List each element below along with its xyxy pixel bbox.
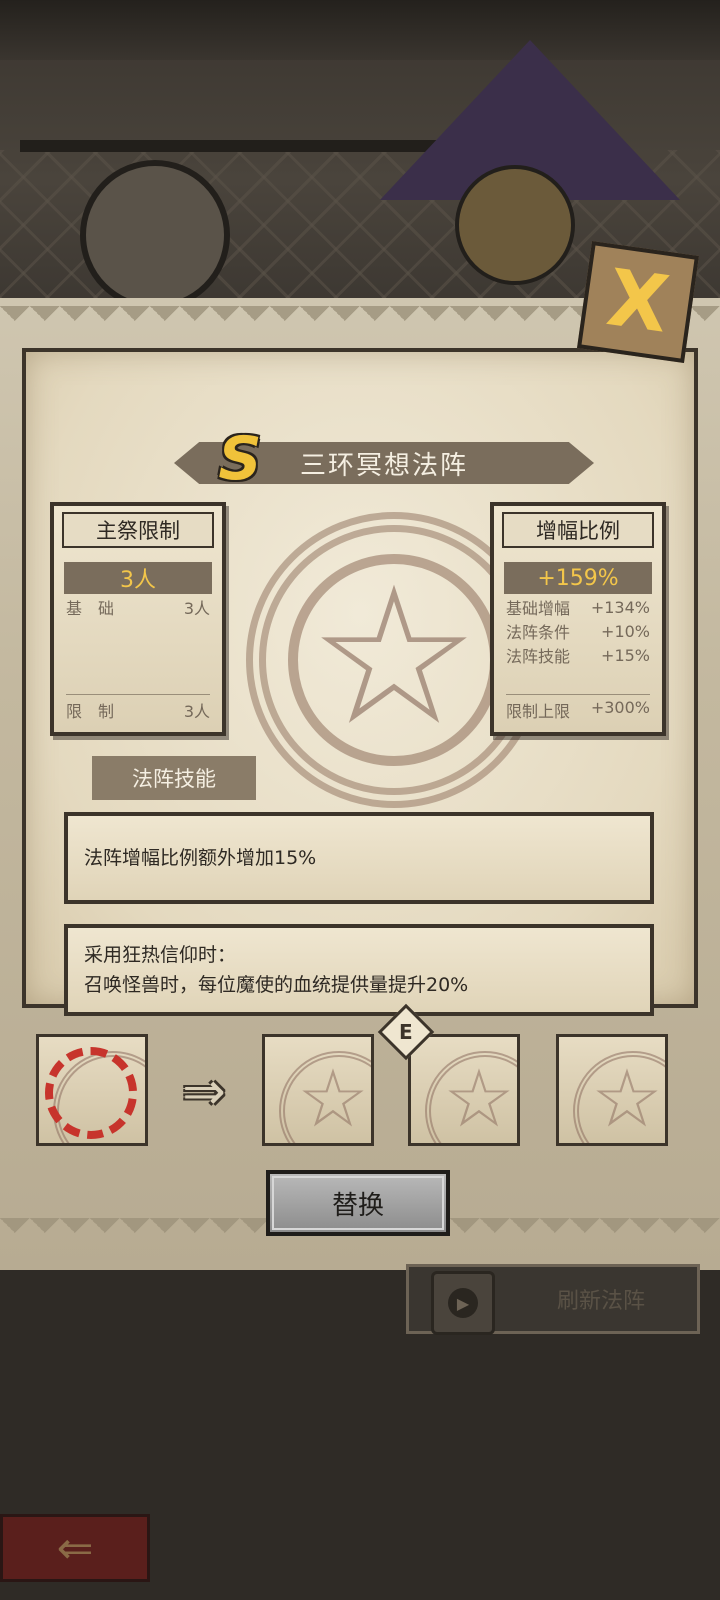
amplify-ratio-card: 增幅比例 +159% 基础增幅 +134% 法阵条件 +10% 法阵技能 +15… bbox=[490, 502, 666, 736]
amplify-footer: 限制上限 +300% bbox=[506, 698, 650, 722]
host-limit-card: 主祭限制 3人 基 础 3人 限 制 3人 bbox=[50, 502, 226, 736]
back-button[interactable]: ⇐ bbox=[0, 1514, 150, 1582]
amplify-value: +159% bbox=[504, 562, 652, 594]
rank-badge: S bbox=[218, 424, 262, 494]
host-limit-header: 主祭限制 bbox=[62, 512, 214, 548]
formation-slot-option[interactable]: ☆ bbox=[262, 1034, 374, 1146]
host-limit-footer: 限 制 3人 bbox=[66, 698, 210, 722]
pentagram-icon: ☆ bbox=[591, 1052, 663, 1145]
condition-effect: 召唤怪兽时，每位魔使的血统提供量提升20% bbox=[84, 974, 469, 996]
condition-title: 采用狂热信仰时： bbox=[84, 944, 237, 966]
selection-ring-icon bbox=[45, 1047, 137, 1139]
row-label: 法阵条件 bbox=[506, 623, 571, 642]
rank-e-label: E bbox=[399, 1019, 413, 1044]
close-icon: X bbox=[601, 253, 675, 351]
skill-description-box: 法阵增幅比例额外增加15% bbox=[64, 812, 654, 904]
witch-character bbox=[455, 165, 575, 285]
back-arrow-icon: ⇐ bbox=[56, 1522, 94, 1574]
close-button[interactable]: X bbox=[577, 241, 699, 363]
amplify-header: 增幅比例 bbox=[502, 512, 654, 548]
amplify-row: 法阵技能 +15% bbox=[506, 644, 650, 667]
refresh-label: 刷新法阵 bbox=[556, 1289, 645, 1314]
divider bbox=[506, 694, 650, 695]
formation-panel: ☆ 三环冥想法阵 S 主祭限制 3人 基 础 3人 限 制 3人 增幅比例 +1… bbox=[0, 298, 720, 1270]
amplify-row: 法阵条件 +10% bbox=[506, 620, 650, 643]
row-value: +15% bbox=[601, 645, 650, 665]
arrow-right-icon: ⇒ bbox=[182, 1062, 226, 1122]
host-limit-value: 3人 bbox=[64, 562, 212, 594]
row-value: +10% bbox=[601, 621, 650, 641]
refresh-formation-button[interactable]: ▶ 刷新法阵 bbox=[406, 1264, 700, 1335]
shelf bbox=[20, 140, 440, 152]
globe-illustration bbox=[80, 160, 230, 300]
skill-description: 法阵增幅比例额外增加15% bbox=[84, 847, 317, 869]
row-label: 基础增幅 bbox=[506, 599, 571, 618]
formation-slot-option[interactable]: ☆ bbox=[408, 1034, 520, 1146]
condition-description-box: 采用狂热信仰时： 召唤怪兽时，每位魔使的血统提供量提升20% bbox=[64, 924, 654, 1016]
skill-tab: 法阵技能 bbox=[92, 756, 256, 800]
row-label: 法阵技能 bbox=[506, 647, 571, 666]
row-label: 基 础 bbox=[66, 599, 115, 618]
pentagram-icon: ☆ bbox=[297, 1052, 369, 1145]
replace-button[interactable]: 替换 bbox=[266, 1170, 450, 1236]
footer-value: 3人 bbox=[183, 702, 210, 721]
amplify-row: 基础增幅 +134% bbox=[506, 596, 650, 619]
divider bbox=[66, 694, 210, 695]
formation-title: 三环冥想法阵 bbox=[299, 450, 468, 481]
pentagram-icon: ☆ bbox=[443, 1052, 515, 1145]
formation-slot-option[interactable]: ☆ bbox=[556, 1034, 668, 1146]
row-value: 3人 bbox=[183, 599, 210, 618]
formation-slot-current[interactable] bbox=[36, 1034, 148, 1146]
host-limit-row: 基 础 3人 bbox=[66, 596, 210, 618]
footer-label: 限 制 bbox=[66, 702, 115, 721]
formation-detail-sheet: ☆ 三环冥想法阵 S 主祭限制 3人 基 础 3人 限 制 3人 增幅比例 +1… bbox=[22, 348, 698, 1016]
row-value: +134% bbox=[590, 597, 650, 617]
footer-value: +300% bbox=[590, 698, 650, 717]
pentagram-icon: ☆ bbox=[308, 546, 480, 767]
video-ad-icon: ▶ bbox=[431, 1271, 495, 1335]
footer-label: 限制上限 bbox=[506, 702, 571, 721]
